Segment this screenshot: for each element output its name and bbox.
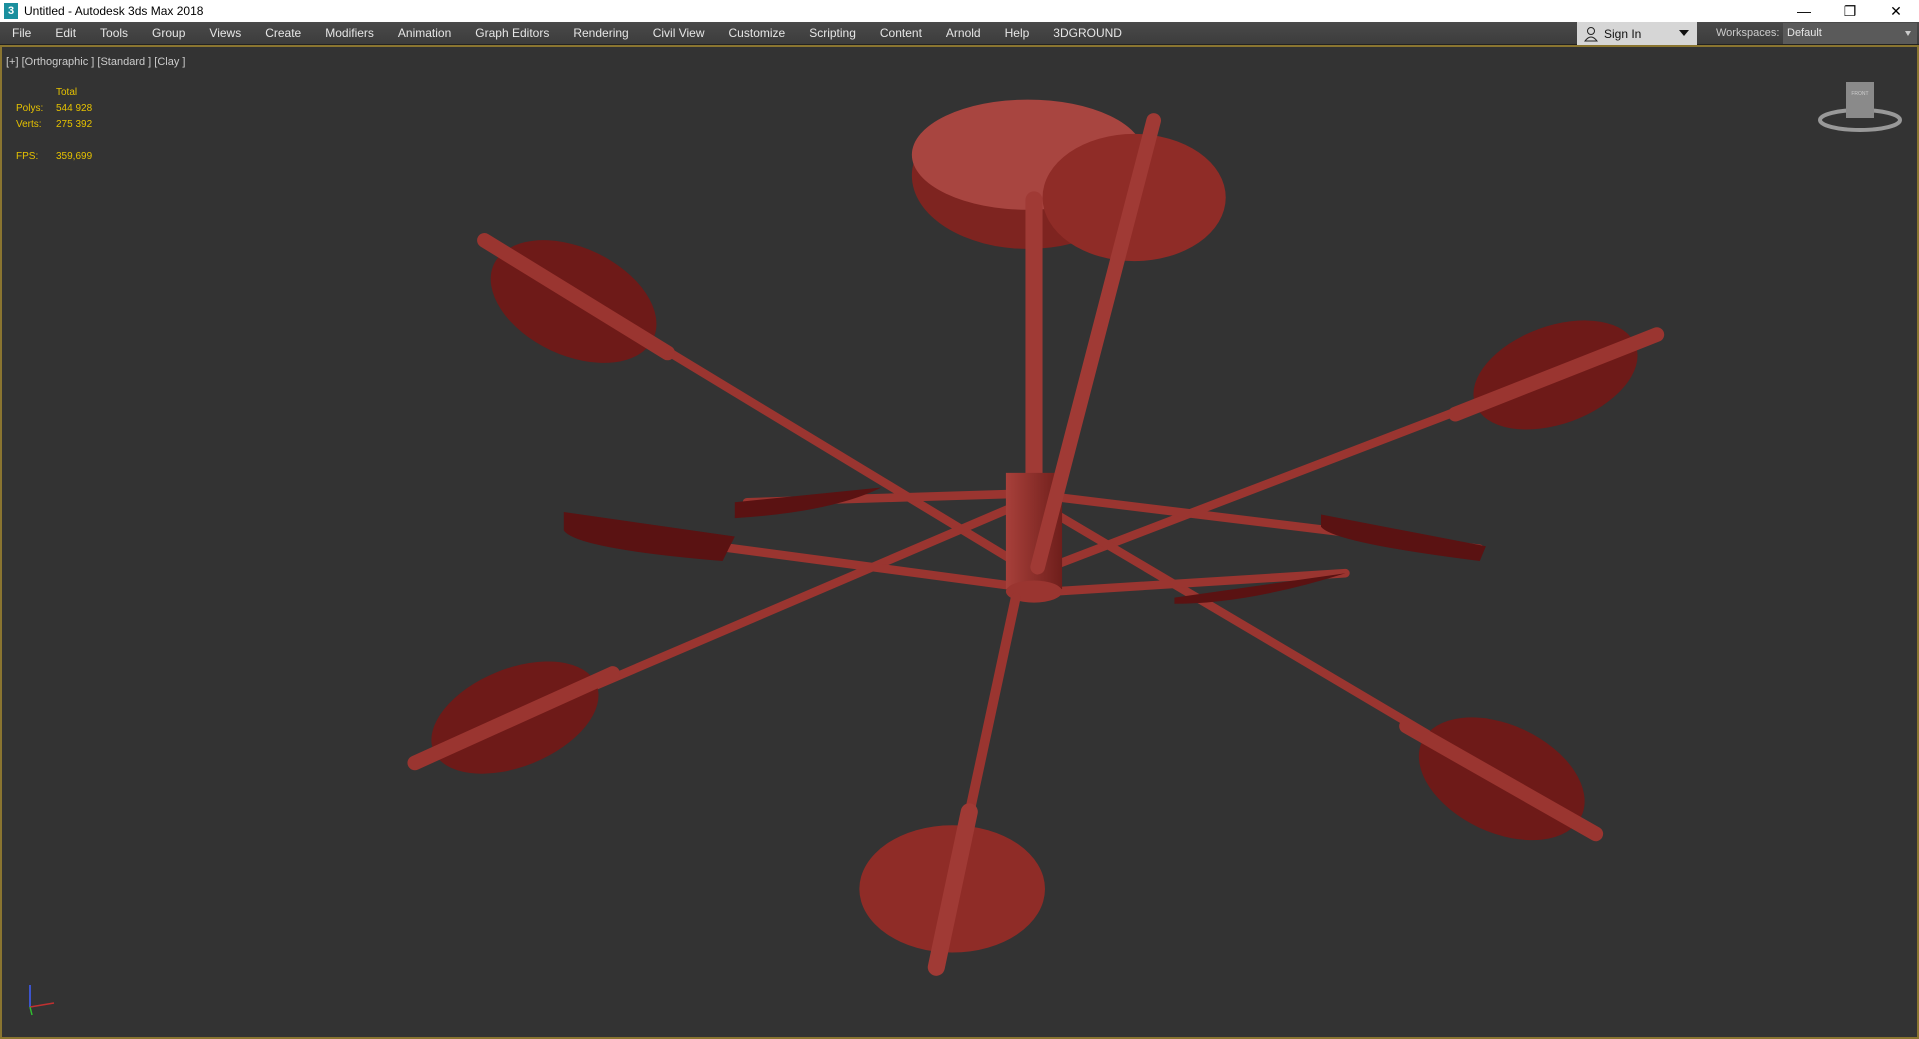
menu-civil-view[interactable]: Civil View [641, 26, 717, 40]
polys-label: Polys: [16, 103, 44, 114]
menu-graph-editors[interactable]: Graph Editors [463, 26, 561, 40]
chandelier-model [407, 99, 1665, 976]
user-icon [1583, 26, 1599, 41]
menu-group[interactable]: Group [140, 26, 197, 40]
stats-header: Total [56, 87, 78, 98]
menu-modifiers[interactable]: Modifiers [313, 26, 386, 40]
title-bar: 3 Untitled - Autodesk 3ds Max 2018 — ❐ ✕ [0, 0, 1919, 22]
menu-rendering[interactable]: Rendering [561, 26, 640, 40]
restore-button[interactable]: ❐ [1827, 0, 1873, 22]
minimize-button[interactable]: — [1781, 0, 1827, 22]
viewport-label[interactable]: [+] [Orthographic ] [Standard ] [Clay ] [6, 56, 185, 68]
verts-value: 275 392 [56, 119, 93, 130]
fps-label: FPS: [16, 151, 39, 162]
workspaces-label: Workspaces: [1716, 27, 1780, 39]
menu-customize[interactable]: Customize [717, 26, 798, 40]
sign-in-button[interactable]: Sign In [1577, 22, 1697, 45]
verts-label: Verts: [16, 119, 42, 130]
viewcube[interactable]: FRONT [1815, 77, 1905, 137]
menu-create[interactable]: Create [253, 26, 313, 40]
viewcube-face-label: FRONT [1851, 91, 1868, 97]
window-title: Untitled - Autodesk 3ds Max 2018 [24, 4, 204, 18]
menu-views[interactable]: Views [197, 26, 253, 40]
polys-value: 544 928 [56, 103, 93, 114]
viewport[interactable]: [+] [Orthographic ] [Standard ] [Clay ] … [0, 45, 1919, 1039]
menu-animation[interactable]: Animation [386, 26, 463, 40]
axis-tripod-icon [29, 985, 55, 1016]
menu-file[interactable]: File [0, 26, 43, 40]
fps-value: 359,699 [56, 151, 93, 162]
menu-arnold[interactable]: Arnold [934, 26, 993, 40]
chevron-down-icon [1905, 31, 1911, 36]
close-button[interactable]: ✕ [1873, 0, 1919, 22]
workspace-value: Default [1787, 27, 1822, 39]
statistics-overlay: Total Polys: 544 928 Verts: 275 392 FPS: 35… [16, 85, 92, 165]
app-icon: 3 [4, 3, 18, 19]
chevron-down-icon [1679, 30, 1689, 36]
sign-in-label: Sign In [1604, 26, 1642, 41]
menu-edit[interactable]: Edit [43, 26, 88, 40]
menu-help[interactable]: Help [993, 26, 1042, 40]
menu-scripting[interactable]: Scripting [797, 26, 868, 40]
menu-tools[interactable]: Tools [88, 26, 140, 40]
menu-content[interactable]: Content [868, 26, 934, 40]
menu-3dground[interactable]: 3DGROUND [1041, 26, 1134, 40]
workspaces-dropdown[interactable]: Default [1783, 23, 1917, 44]
